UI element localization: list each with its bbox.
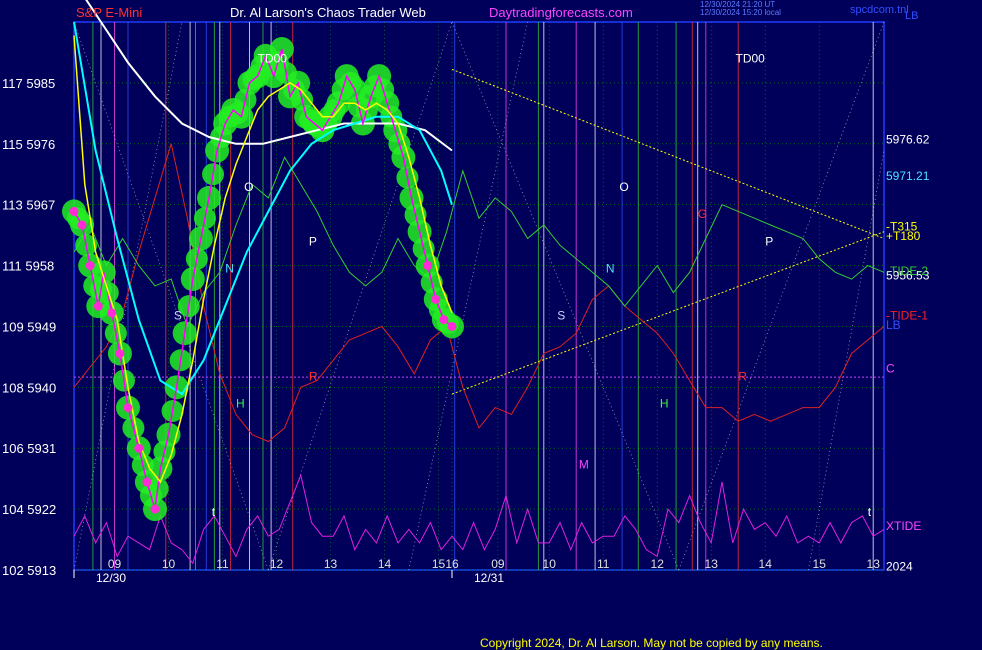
lb-tag: LB [905, 10, 919, 22]
y-tick-label: 102 5913 [2, 563, 56, 578]
x-tick-label: 13 [705, 557, 719, 571]
chart-annotation: S [557, 309, 565, 323]
y-tick-label: 115 5976 [2, 137, 55, 152]
right-level-label: 2024 [886, 560, 913, 574]
price-dot [150, 504, 160, 514]
right-level-label: LB [886, 318, 901, 332]
price-dot [85, 261, 95, 271]
chart-annotation: P [309, 234, 317, 248]
x-tick-label: 09 [108, 557, 122, 571]
chart-annotation: N [606, 261, 615, 275]
chart-annotation: S [174, 309, 182, 323]
chart-annotation: H [660, 397, 669, 411]
price-dot [423, 261, 433, 271]
x-tick-label: 09 [491, 557, 505, 571]
price-dot [107, 308, 117, 318]
price-dot [93, 301, 103, 311]
x-tick-label: 10 [162, 557, 176, 571]
y-tick-label: 106 5931 [2, 441, 56, 456]
chart-annotation: TD00 [736, 52, 766, 66]
price-dot [123, 403, 133, 413]
right-level-label: C [886, 361, 895, 375]
chart-annotation: R [309, 370, 318, 384]
x-tick-label: 15 [813, 557, 827, 571]
x-tick-label: 11 [216, 557, 229, 571]
x-tick-label: 12 [651, 557, 665, 571]
chart-annotation: M [579, 458, 589, 472]
price-dot [69, 206, 79, 216]
site-title: Daytradingforecasts.com [489, 5, 633, 20]
price-dot [439, 315, 449, 325]
chart-annotation: N [225, 261, 234, 275]
y-tick-label: 111 5958 [2, 259, 54, 274]
y-tick-label: 104 5922 [2, 502, 56, 517]
right-level-label: -TIDE-2 [886, 264, 928, 278]
price-dot [447, 321, 457, 331]
x-tick-label: 10 [543, 557, 557, 571]
right-level-label: 5976.62 [886, 133, 930, 147]
right-level-label: +T180 [886, 229, 921, 243]
y-tick-label: 113 5967 [2, 198, 55, 213]
x-tick-label: 13 [324, 557, 338, 571]
day-label: 12/30 [96, 571, 126, 585]
x-tick-label: 13 [867, 557, 881, 571]
chaos-trader-chart: TD00 TD00O OP PN NS SR RH HMGt t5976.625971.21-T… [2, 0, 930, 585]
symbol-title: S&P E-Mini [76, 5, 143, 20]
price-dot [77, 220, 87, 230]
chart-annotation: G [698, 207, 707, 221]
y-tick-label: 117 5985 [2, 76, 55, 91]
x-tick-label: 14 [759, 557, 773, 571]
price-dot [134, 443, 144, 453]
x-tick-label: 15 [432, 557, 446, 571]
day-label: 12/31 [474, 571, 504, 585]
chart-annotation: R [738, 370, 747, 384]
x-tick-label: 12 [270, 557, 284, 571]
x-tick-label: 16 [445, 557, 459, 571]
right-level-label: XTIDE [886, 519, 921, 533]
chart-annotation: TD00 [258, 52, 288, 66]
file-tag: spcdcom.tnl [850, 4, 909, 16]
copyright-notice: Copyright 2024, Dr. Al Larson. May not b… [480, 636, 823, 650]
timestamp-local: 12/30/2024 15:20 local [700, 8, 781, 17]
chart-annotation: O [244, 180, 253, 194]
chart-annotation: H [236, 397, 245, 411]
price-dot [142, 477, 152, 487]
price-dot [431, 294, 441, 304]
chart-annotation: O [619, 180, 628, 194]
y-tick-label: 109 5949 [2, 319, 56, 334]
author-title: Dr. Al Larson's Chaos Trader Web [230, 5, 426, 20]
x-tick-label: 14 [378, 557, 392, 571]
y-tick-label: 108 5940 [2, 380, 56, 395]
x-tick-label: 11 [597, 557, 610, 571]
right-level-label: 5971.21 [886, 169, 930, 183]
chart-annotation: P [765, 234, 773, 248]
price-dot [115, 349, 125, 359]
